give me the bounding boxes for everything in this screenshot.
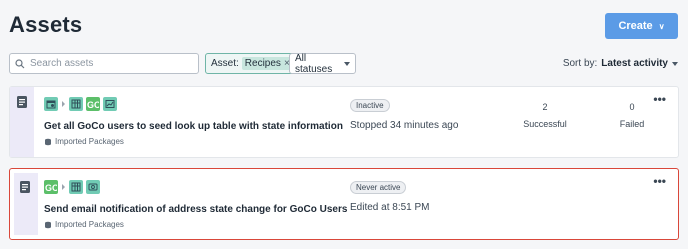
status-filter-dropdown[interactable]: All statuses	[289, 52, 356, 75]
svg-text:GO: GO	[45, 183, 57, 192]
asset-filter-chip-label: Recipes	[244, 58, 281, 69]
email-icon	[86, 180, 100, 194]
caret-down-icon	[344, 61, 350, 66]
create-button-label: Create	[618, 20, 653, 32]
search-field[interactable]	[9, 53, 199, 74]
table-icon	[69, 97, 83, 111]
package-icon	[45, 138, 51, 145]
recipe-steps: GO	[44, 97, 117, 111]
table-icon	[69, 180, 83, 194]
recipe-name[interactable]: Get all GoCo users to seed look up table…	[44, 121, 343, 132]
scheduler-icon	[44, 97, 58, 111]
step-arrow-icon	[62, 101, 65, 107]
search-input[interactable]	[30, 58, 190, 69]
chevron-down-icon: ∨	[658, 21, 665, 31]
package-name: Imported Packages	[55, 220, 124, 229]
status-text: Edited at 8:51 PM	[350, 202, 430, 213]
sort-value: Latest activity	[601, 58, 668, 69]
recipe-steps: GO	[44, 180, 100, 194]
recipe-name[interactable]: Send email notification of address state…	[44, 204, 347, 215]
asset-filter[interactable]: Asset: Recipes ×	[205, 53, 298, 74]
failed-label: Failed	[619, 119, 645, 129]
asset-filter-label: Asset:	[211, 58, 239, 69]
step-arrow-icon	[62, 184, 65, 190]
status-filter-label: All statuses	[295, 52, 333, 75]
caret-down-icon	[672, 61, 678, 66]
package-label: Imported Packages	[44, 137, 124, 146]
package-name: Imported Packages	[55, 137, 124, 146]
recipe-card[interactable]: GO Get all GoCo users to seed look up ta…	[9, 86, 679, 158]
package-icon	[45, 221, 51, 228]
successful-count: 2	[542, 102, 548, 112]
status-text: Stopped 34 minutes ago	[350, 120, 459, 131]
page-title: Assets	[9, 12, 83, 37]
successful-stat: 2 Successful	[521, 102, 569, 129]
goco-icon: GO	[86, 97, 100, 111]
goco-icon: GO	[44, 180, 58, 194]
search-icon	[15, 58, 25, 68]
failed-count: 0	[629, 102, 635, 112]
report-icon	[103, 97, 117, 111]
package-label: Imported Packages	[44, 220, 124, 229]
recipe-card[interactable]: GO Send email notification of address st…	[9, 168, 679, 240]
more-options-icon[interactable]: •••	[653, 175, 666, 187]
status-badge: Never active	[350, 181, 407, 194]
recipe-document-icon	[20, 181, 30, 193]
failed-stat: 0 Failed	[608, 102, 656, 129]
successful-label: Successful	[523, 119, 567, 129]
sort-control[interactable]: Sort by: Latest activity	[563, 58, 678, 69]
recipe-document-icon	[17, 96, 27, 108]
create-button[interactable]: Create ∨	[605, 13, 678, 39]
status-badge: Inactive	[350, 99, 390, 112]
asset-filter-chip: Recipes ×	[241, 57, 293, 70]
more-options-icon[interactable]: •••	[653, 93, 666, 105]
sort-prefix: Sort by:	[562, 58, 598, 69]
svg-text:GO: GO	[87, 100, 99, 109]
